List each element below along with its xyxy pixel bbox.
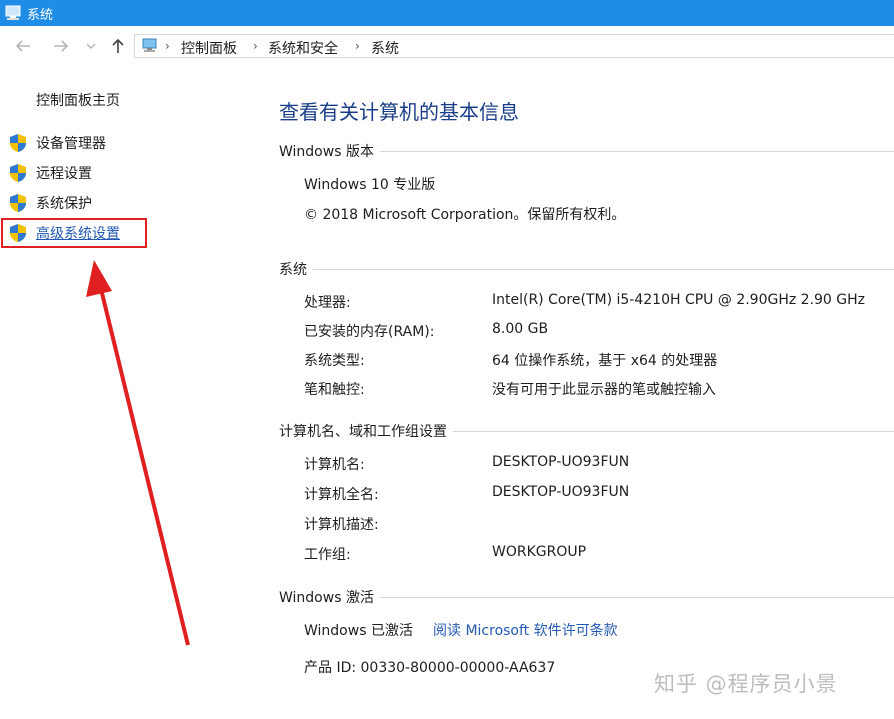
annotation-highlight-box (1, 218, 147, 248)
pen-touch-label: 笔和触控: (304, 382, 365, 398)
watermark: 知乎 @程序员小景 (654, 672, 838, 696)
section-title: Windows 版本 (279, 144, 374, 160)
ram-label: 已安装的内存(RAM): (304, 324, 435, 340)
annotation-arrow-icon (86, 260, 190, 646)
up-arrow-icon[interactable] (107, 36, 129, 56)
page-title: 查看有关计算机的基本信息 (279, 100, 519, 124)
divider (379, 596, 894, 598)
back-arrow-icon[interactable] (12, 36, 34, 56)
workgroup-label: 工作组: (304, 547, 351, 563)
license-terms-link[interactable]: 阅读 Microsoft 软件许可条款 (433, 620, 618, 640)
window-title: 系统 (27, 8, 54, 23)
breadcrumb-system-security[interactable]: 系统和安全 (268, 38, 338, 58)
product-id: 产品 ID: 00330-80000-00000-AA637 (304, 660, 556, 676)
processor-value: Intel(R) Core(TM) i5-4210H CPU @ 2.90GHz… (492, 292, 866, 308)
breadcrumb-separator-icon: › (355, 39, 360, 53)
section-header-activation: Windows 激活 (279, 587, 894, 607)
sidebar-item-label: 远程设置 (36, 166, 92, 182)
divider (453, 430, 894, 432)
ram-value: 8.00 GB (492, 321, 549, 337)
workgroup-value: WORKGROUP (492, 544, 587, 560)
system-type-value: 64 位操作系统，基于 x64 的处理器 (492, 353, 718, 369)
sidebar-item-remote-settings[interactable]: 远程设置 (8, 161, 158, 185)
sidebar-item-system-protection[interactable]: 系统保护 (8, 191, 158, 215)
edition-copyright: © 2018 Microsoft Corporation。保留所有权利。 (304, 207, 626, 223)
breadcrumb-separator-icon: › (165, 39, 170, 53)
section-header-edition: Windows 版本 (279, 141, 894, 161)
computer-name-label: 计算机名: (304, 457, 365, 473)
section-title: 计算机名、域和工作组设置 (279, 424, 447, 440)
edition-name: Windows 10 专业版 (304, 177, 436, 193)
system-icon (5, 5, 21, 20)
computer-name-value: DESKTOP-UO93FUN (492, 454, 630, 470)
breadcrumb-system[interactable]: 系统 (371, 38, 399, 58)
navigation-bar: › 控制面板 › 系统和安全 › 系统 (0, 26, 894, 66)
full-computer-name-value: DESKTOP-UO93FUN (492, 484, 630, 500)
section-header-computer-name: 计算机名、域和工作组设置 (279, 421, 894, 441)
breadcrumb-control-panel[interactable]: 控制面板 (181, 38, 237, 58)
full-computer-name-label: 计算机全名: (304, 487, 379, 503)
chevron-down-icon[interactable] (84, 36, 98, 56)
section-title: 系统 (279, 262, 307, 278)
sidebar-item-device-manager[interactable]: 设备管理器 (8, 131, 158, 155)
computer-icon (142, 38, 157, 52)
sidebar-home-link[interactable]: 控制面板主页 (36, 90, 120, 110)
forward-arrow-icon[interactable] (50, 36, 72, 56)
breadcrumb-separator-icon: › (253, 39, 258, 53)
section-title: Windows 激活 (279, 590, 374, 606)
computer-description-label: 计算机描述: (304, 517, 379, 533)
system-type-label: 系统类型: (304, 353, 365, 369)
sidebar-item-label: 设备管理器 (36, 136, 106, 152)
pen-touch-value: 没有可用于此显示器的笔或触控输入 (492, 382, 716, 398)
section-header-system: 系统 (279, 259, 894, 279)
activation-status: Windows 已激活 (304, 623, 413, 639)
processor-label: 处理器: (304, 295, 351, 311)
divider (379, 150, 894, 152)
address-bar[interactable]: › 控制面板 › 系统和安全 › 系统 (134, 34, 894, 58)
shield-icon (10, 164, 26, 182)
divider (313, 268, 894, 270)
shield-icon (10, 194, 26, 212)
sidebar-item-label: 系统保护 (36, 196, 92, 212)
shield-icon (10, 134, 26, 152)
title-bar: 系统 (0, 0, 894, 26)
